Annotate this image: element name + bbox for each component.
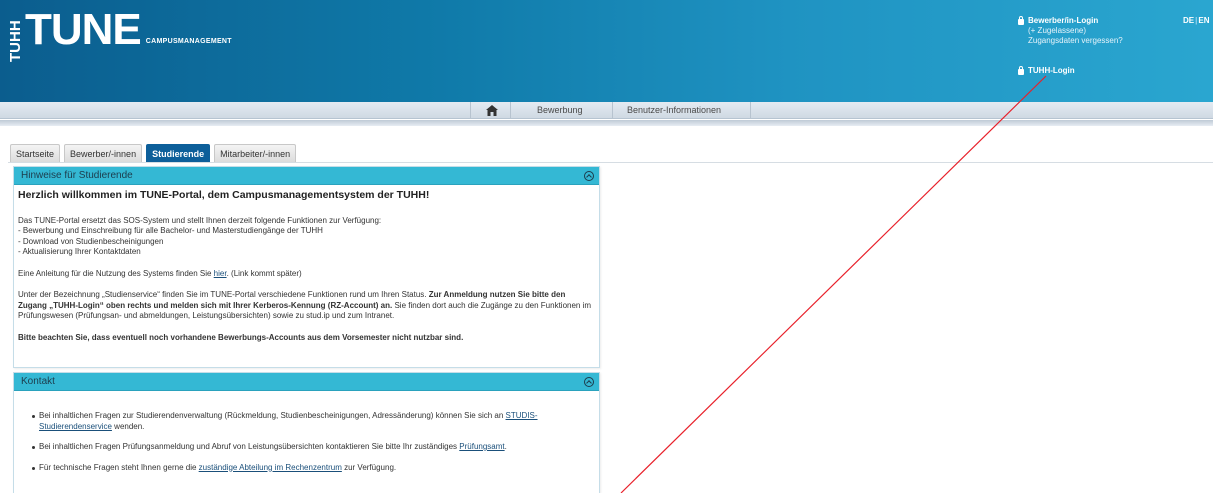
tab-underline <box>8 162 1213 163</box>
language-switcher: DE|EN <box>1183 16 1210 25</box>
logo-main-text: TUNE <box>25 5 142 54</box>
tune-logo[interactable]: TUHH TUNE CAMPUSMANAGEMENT <box>7 5 232 74</box>
contact-text: Bei inhaltlichen Fragen zur Studierenden… <box>39 411 506 420</box>
header-banner: TUHH TUNE CAMPUSMANAGEMENT Bewerber/in-L… <box>0 0 1213 102</box>
function-item: - Download von Studienbescheinigungen <box>18 236 164 246</box>
admitted-label: (+ Zugelassene) <box>1028 26 1087 35</box>
nav-divider <box>470 102 471 119</box>
navbar-shadow <box>0 120 1213 126</box>
list-item: Für technische Fragen steht Ihnen gerne … <box>32 463 581 474</box>
function-item: - Aktualisierung Ihrer Kontaktdaten <box>18 247 141 256</box>
contact-text: wenden. <box>111 421 145 431</box>
contact-text: Für technische Fragen steht Ihnen gerne … <box>39 462 199 472</box>
lang-de-link[interactable]: DE <box>1183 16 1194 25</box>
nav-divider <box>612 102 613 119</box>
home-icon[interactable] <box>486 105 498 116</box>
contact-panel: Kontakt Bei inhaltlichen Fragen zur Stud… <box>13 372 600 493</box>
notes-panel-title: Hinweise für Studierende <box>21 170 133 181</box>
page: TUHH TUNE CAMPUSMANAGEMENT Bewerber/in-L… <box>0 0 1213 493</box>
logo-sub-text: CAMPUSMANAGEMENT <box>145 38 232 45</box>
service-pre: Unter der Bezeichnung „Studienservice“ f… <box>18 290 429 299</box>
logo-vertical-text: TUHH <box>7 20 24 62</box>
contact-text: Bei inhaltlichen Fragen Prüfungsanmeldun… <box>39 442 460 451</box>
main-navbar: Bewerbung Benutzer-Informationen <box>0 102 1213 119</box>
collapse-icon[interactable] <box>584 377 594 387</box>
pruefungsamt-link[interactable]: Prüfungsamt <box>459 442 504 451</box>
applicant-login-label: Bewerber/in-Login <box>1028 16 1099 25</box>
guide-link[interactable]: hier <box>214 269 227 278</box>
intro-text: Das TUNE-Portal ersetzt das SOS-System u… <box>18 215 382 225</box>
lang-en-link[interactable]: EN <box>1198 16 1209 25</box>
service-paragraph: Unter der Bezeichnung „Studienservice“ f… <box>18 290 595 322</box>
nav-divider <box>510 102 511 119</box>
notes-panel: Hinweise für Studierende Herzlich willko… <box>13 166 600 368</box>
tab-bewerber[interactable]: Bewerber/-innen <box>64 144 143 162</box>
intro-paragraph: Das TUNE-Portal ersetzt das SOS-System u… <box>18 216 595 258</box>
applicant-login-link[interactable]: Bewerber/in-Login <box>1018 16 1123 26</box>
contact-panel-title: Kontakt <box>21 376 55 387</box>
guide-paragraph: Eine Anleitung für die Nutzung des Syste… <box>18 269 595 280</box>
portal-tabs: Startseite Bewerber/-innen Studierende M… <box>10 144 300 162</box>
notice-text: Bitte beachten Sie, dass eventuell noch … <box>18 332 464 342</box>
nav-item-bewerbung[interactable]: Bewerbung <box>537 105 583 115</box>
notes-panel-body: Herzlich willkommen im TUNE-Portal, dem … <box>14 185 599 348</box>
lock-icon <box>1018 65 1024 75</box>
contact-text: zur Verfügung. <box>341 462 397 472</box>
guide-prefix: Eine Anleitung für die Nutzung des Syste… <box>18 268 214 278</box>
contact-panel-header[interactable]: Kontakt <box>14 373 599 391</box>
notice-paragraph: Bitte beachten Sie, dass eventuell noch … <box>18 333 595 344</box>
tuhh-login-link[interactable]: TUHH-Login <box>1018 65 1075 75</box>
welcome-heading: Herzlich willkommen im TUNE-Portal, dem … <box>18 189 430 201</box>
tab-startseite[interactable]: Startseite <box>10 144 61 162</box>
function-item: - Bewerbung und Einschreibung für alle B… <box>18 226 323 235</box>
tuhh-login-label: TUHH-Login <box>1028 66 1075 75</box>
rechenzentrum-link[interactable]: zuständige Abteilung im Rechenzentrum <box>199 463 342 472</box>
contact-panel-body: Bei inhaltlichen Fragen zur Studierenden… <box>14 391 599 473</box>
applicant-login-box: Bewerber/in-Login (+ Zugelassene) Zugang… <box>1018 16 1123 46</box>
tab-studierende[interactable]: Studierende <box>146 144 211 162</box>
list-item: Bei inhaltlichen Fragen zur Studierenden… <box>32 411 581 432</box>
nav-item-benutzer-informationen[interactable]: Benutzer-Informationen <box>627 105 721 115</box>
nav-divider <box>750 102 751 119</box>
contact-text: . <box>504 442 507 451</box>
forgot-credentials-link[interactable]: Zugangsdaten vergessen? <box>1018 36 1123 46</box>
collapse-icon[interactable] <box>584 171 594 181</box>
lock-icon <box>1018 16 1024 25</box>
tab-mitarbeiter[interactable]: Mitarbeiter/-innen <box>214 144 297 162</box>
list-item: Bei inhaltlichen Fragen Prüfungsanmeldun… <box>32 442 581 453</box>
contact-list: Bei inhaltlichen Fragen zur Studierenden… <box>32 411 581 473</box>
guide-suffix: . (Link kommt später) <box>226 268 302 278</box>
notes-panel-header[interactable]: Hinweise für Studierende <box>14 167 599 185</box>
